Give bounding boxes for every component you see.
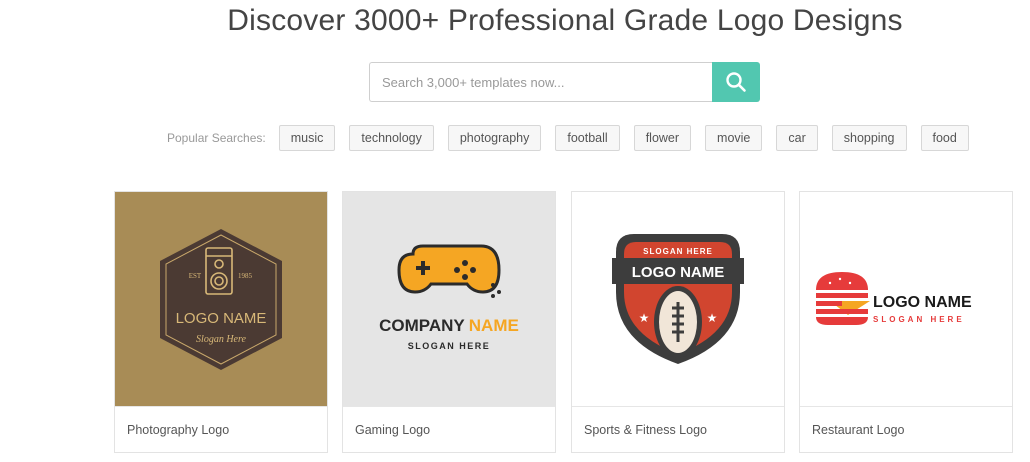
company-word: COMPANY (379, 316, 465, 335)
tag-shopping[interactable]: shopping (831, 125, 907, 151)
search-bar (369, 62, 760, 102)
logo-slogan-text: SLOGAN HERE (873, 315, 965, 324)
tag-technology[interactable]: technology (349, 125, 434, 151)
logo-thumbnail[interactable]: LOGO NAME SLOGAN HERE (800, 192, 1012, 406)
logo-name-text: LOGO NAME (632, 264, 725, 281)
popular-searches-label: Popular Searches: (167, 131, 266, 145)
star-icon: ★ (707, 311, 718, 325)
photography-logo: EST 1985 LOGO NAME Slogan Here (160, 229, 282, 370)
tag-music[interactable]: music (278, 125, 336, 151)
search-input[interactable] (369, 62, 712, 102)
logo-slogan-text: Slogan Here (196, 334, 246, 345)
football-icon (654, 286, 702, 358)
name-word: NAME (469, 316, 519, 335)
logo-name-text: LOGO NAME (873, 294, 972, 311)
gaming-logo: COMPANY NAME SLOGAN HERE (379, 244, 519, 351)
tag-football[interactable]: football (555, 125, 620, 151)
tag-photography[interactable]: photography (447, 125, 542, 151)
star-icon: ★ (639, 311, 650, 325)
restaurant-logo: LOGO NAME SLOGAN HERE (816, 272, 972, 325)
burger-icon (816, 272, 870, 325)
logo-name-text: LOGO NAME (176, 310, 267, 327)
logo-card-gaming[interactable]: COMPANY NAME SLOGAN HERE Gaming Logo (342, 191, 556, 453)
logo-thumbnail[interactable]: SLOGAN HERE LOGO NAME ★ ★ (572, 192, 784, 406)
search-button[interactable] (712, 62, 760, 102)
logo-slogan-text: SLOGAN HERE (408, 341, 491, 351)
gamepad-icon (397, 244, 501, 298)
card-caption: Photography Logo (115, 406, 327, 452)
logo-thumbnail[interactable]: COMPANY NAME SLOGAN HERE (343, 192, 555, 406)
company-name-text: COMPANY NAME (379, 316, 519, 335)
logo-card-restaurant[interactable]: LOGO NAME SLOGAN HERE Restaurant Logo (799, 191, 1013, 453)
card-caption: Sports & Fitness Logo (572, 406, 784, 452)
est-label: EST (189, 272, 202, 280)
card-caption: Gaming Logo (343, 406, 555, 452)
logo-card-sports[interactable]: SLOGAN HERE LOGO NAME ★ ★ Sports & Fitne… (571, 191, 785, 453)
logo-thumbnail[interactable]: EST 1985 LOGO NAME Slogan Here (115, 192, 327, 406)
tag-food[interactable]: food (920, 125, 969, 151)
logo-card-photography[interactable]: EST 1985 LOGO NAME Slogan Here Photograp… (114, 191, 328, 453)
tag-car[interactable]: car (776, 125, 818, 151)
page-title: Discover 3000+ Professional Grade Logo D… (227, 4, 903, 37)
card-caption: Restaurant Logo (800, 406, 1012, 452)
year-label: 1985 (238, 272, 253, 280)
search-icon (726, 72, 746, 92)
tag-movie[interactable]: movie (705, 125, 763, 151)
popular-searches: Popular Searches: music technology photo… (167, 124, 983, 152)
tag-flower[interactable]: flower (633, 125, 692, 151)
sports-logo: SLOGAN HERE LOGO NAME ★ ★ (612, 234, 744, 364)
logo-slogan-text: SLOGAN HERE (643, 247, 713, 256)
hexagon-badge (160, 229, 282, 370)
